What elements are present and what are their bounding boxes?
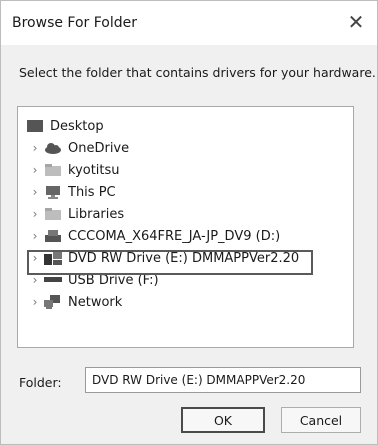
title-bar: Browse For Folder ✕ xyxy=(1,1,377,45)
chevron-right-icon[interactable]: › xyxy=(26,295,44,309)
tree-item-this-pc[interactable]: › This PC xyxy=(26,181,353,203)
tree-item-label: kyotitsu xyxy=(68,162,120,178)
chevron-right-icon[interactable]: › xyxy=(26,185,44,199)
disc-drive-icon xyxy=(44,229,62,243)
browse-for-folder-dialog: Browse For Folder ✕ Select the folder th… xyxy=(0,0,378,445)
close-button[interactable]: ✕ xyxy=(343,9,369,35)
chevron-right-icon[interactable]: › xyxy=(26,207,44,221)
cloud-icon xyxy=(44,141,62,155)
tree-item-kyotitsu[interactable]: › kyotitsu xyxy=(26,159,353,181)
folder-icon xyxy=(44,163,62,177)
folder-icon xyxy=(44,207,62,221)
tree-item-label: CCCOMA_X64FRE_JA-JP_DV9 (D:) xyxy=(68,228,281,244)
chevron-right-icon[interactable]: › xyxy=(26,163,44,177)
tree-item-cccoma-drive[interactable]: › CCCOMA_X64FRE_JA-JP_DV9 (D:) xyxy=(26,225,353,247)
chevron-right-icon[interactable]: › xyxy=(26,273,44,287)
computer-icon xyxy=(44,185,62,199)
ok-button[interactable]: OK xyxy=(181,407,265,433)
chevron-right-icon[interactable]: › xyxy=(26,141,44,155)
tree-item-label: This PC xyxy=(68,184,116,200)
tree-item-network[interactable]: › Network xyxy=(26,291,353,313)
selected-item-highlight xyxy=(27,250,313,275)
desktop-icon xyxy=(26,119,44,133)
tree-item-label: Desktop xyxy=(50,118,104,134)
tree-item-label: OneDrive xyxy=(68,140,130,156)
chevron-right-icon[interactable]: › xyxy=(26,229,44,243)
folder-field[interactable]: DVD RW Drive (E:) DMMAPPVer2.20 xyxy=(85,367,361,393)
window-title: Browse For Folder xyxy=(12,15,138,31)
tree-item-label: Libraries xyxy=(68,206,125,222)
instruction-text: Select the folder that contains drivers … xyxy=(19,65,376,80)
tree-item-desktop[interactable]: Desktop xyxy=(26,115,353,137)
network-icon xyxy=(44,295,62,309)
folder-label: Folder: xyxy=(19,375,62,390)
tree-item-label: Network xyxy=(68,294,123,310)
tree-item-onedrive[interactable]: › OneDrive xyxy=(26,137,353,159)
tree-item-libraries[interactable]: › Libraries xyxy=(26,203,353,225)
usb-drive-icon xyxy=(44,273,62,287)
cancel-button[interactable]: Cancel xyxy=(281,407,361,433)
folder-tree[interactable]: Desktop › OneDrive › kyotitsu › This PC xyxy=(17,106,354,348)
